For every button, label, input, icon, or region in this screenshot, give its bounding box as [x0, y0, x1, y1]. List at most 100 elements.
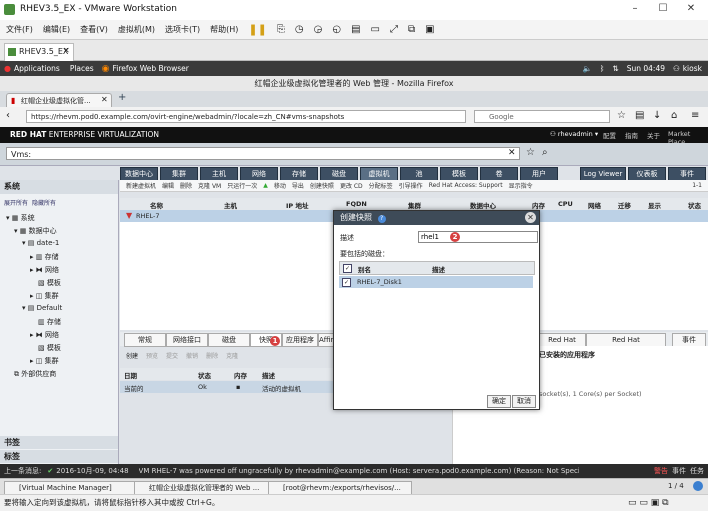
col-migration[interactable]: 迁移: [618, 200, 631, 210]
delete-snapshot-button[interactable]: 删除: [206, 351, 218, 360]
menu-edit[interactable]: 编辑(E): [43, 24, 70, 35]
red-hat-access-button[interactable]: Red Hat Access: Support: [429, 182, 503, 189]
maximize-icon[interactable]: ☐: [656, 3, 670, 15]
thumbnail-icon[interactable]: ▭: [371, 24, 380, 35]
tree-external-providers[interactable]: ⧉ 外部供应商: [14, 369, 56, 379]
col-display[interactable]: 显示: [648, 200, 661, 210]
tree-default-cluster[interactable]: ▸ ◫ 集群: [30, 356, 59, 366]
dialog-close-icon[interactable]: ✕: [525, 212, 536, 223]
assign-tags-button[interactable]: 分配标签: [369, 181, 393, 190]
boot-action-button[interactable]: 引导操作: [399, 181, 423, 190]
tree-default[interactable]: ▾ ▤ Default: [22, 304, 62, 312]
tab-user[interactable]: 用户: [520, 167, 558, 181]
tree-date-1[interactable]: ▾ ▤ date-1: [22, 239, 59, 247]
subtab-redhat-search[interactable]: Red Hat Search: [538, 333, 586, 356]
bookmarks-panel[interactable]: 书签: [0, 436, 118, 449]
commit-button[interactable]: 提交: [166, 351, 178, 360]
tab-events[interactable]: 事件: [668, 167, 706, 181]
console-view-icon[interactable]: ▣: [425, 24, 434, 35]
description-input[interactable]: [418, 231, 538, 243]
url-bar[interactable]: https://rhevm.pod0.example.com/ovirt-eng…: [26, 110, 466, 123]
home-icon[interactable]: ⌂: [671, 110, 677, 121]
col-snap-memory[interactable]: 内存: [234, 370, 247, 380]
hamburger-menu-icon[interactable]: ≡: [691, 110, 699, 121]
menu-help[interactable]: 帮助(H): [210, 24, 238, 35]
firefox-launcher[interactable]: Firefox Web Browser: [113, 64, 189, 73]
preview-button[interactable]: 预览: [146, 351, 158, 360]
pause-icon[interactable]: ❚❚: [248, 23, 266, 36]
delete-vm-button[interactable]: 删除: [180, 181, 192, 190]
edit-vm-button[interactable]: 编辑: [162, 181, 174, 190]
cancel-button[interactable]: 取消: [512, 395, 536, 408]
firefox-tab[interactable]: ▮ 红帽企业级虚拟化管... ✕: [6, 93, 112, 108]
tree-date1-storage[interactable]: ▸ ▥ 存储: [30, 252, 59, 262]
tab-host[interactable]: 主机: [200, 167, 238, 181]
tree-system[interactable]: ▾ ▦ 系统: [6, 213, 35, 223]
undo-button[interactable]: 撤销: [186, 351, 198, 360]
snapshot-manager-icon[interactable]: ◵: [332, 24, 341, 35]
library-icon[interactable]: ▤: [351, 24, 360, 35]
tasks-button[interactable]: 任务: [690, 466, 704, 476]
firefox-search-box[interactable]: Google: [474, 110, 610, 123]
link-guide[interactable]: 指南: [625, 130, 638, 140]
back-icon[interactable]: ‹: [6, 110, 10, 121]
places-menu[interactable]: Places: [70, 64, 94, 73]
help-icon[interactable]: ?: [377, 215, 386, 223]
clear-search-icon[interactable]: ✕: [508, 148, 516, 158]
bookmark-search-icon[interactable]: ☆: [526, 147, 535, 158]
firefox-tab-close-icon[interactable]: ✕: [101, 95, 108, 104]
col-ip[interactable]: IP 地址: [286, 200, 308, 210]
task-vm-manager[interactable]: [Virtual Machine Manager]: [4, 481, 144, 495]
user-menu[interactable]: kiosk: [683, 64, 702, 73]
subtab-nics[interactable]: 网络接口: [166, 333, 208, 347]
tab-log-viewer[interactable]: Log Viewer: [580, 167, 626, 181]
clock[interactable]: Sun 04:49: [627, 64, 665, 73]
col-status[interactable]: 状态: [688, 200, 701, 210]
collapse-all-link[interactable]: 隐藏所有: [32, 198, 56, 207]
col-description[interactable]: 描述: [262, 370, 275, 380]
minimize-icon[interactable]: –: [628, 3, 642, 15]
bookmarks-list-icon[interactable]: ▤: [635, 110, 644, 121]
snapshot-icon[interactable]: ◷: [295, 24, 304, 35]
col-fqdn[interactable]: FQDN: [346, 200, 367, 208]
col-datacenter[interactable]: 数据中心: [470, 200, 496, 210]
col-date[interactable]: 日期: [124, 370, 137, 380]
user-menu-rhev[interactable]: ⚇ rhevadmin ▾: [550, 130, 598, 138]
close-icon[interactable]: ✕: [684, 3, 698, 15]
subtab-disks[interactable]: 磁盘: [208, 333, 250, 347]
menu-vm[interactable]: 虚拟机(M): [118, 24, 155, 35]
disk-checkbox[interactable]: ✓: [342, 278, 351, 287]
tab-template[interactable]: 模板: [440, 167, 478, 181]
tree-date1-template[interactable]: ▧ 模板: [38, 278, 61, 288]
create-snapshot-subbutton[interactable]: 创建: [126, 351, 138, 360]
tab-pool[interactable]: 池: [400, 167, 438, 181]
task-terminal[interactable]: [root@rhevm:/exports/rhevisos/...: [268, 481, 412, 495]
col-cpu[interactable]: CPU: [558, 200, 573, 208]
select-all-checkbox[interactable]: ✓: [343, 264, 352, 273]
menu-tabs[interactable]: 选项卡(T): [165, 24, 200, 35]
subtab-general[interactable]: 常规: [124, 333, 166, 347]
export-button[interactable]: 导出: [292, 181, 304, 190]
tab-storage[interactable]: 存储: [280, 167, 318, 181]
device-status-icons[interactable]: ▭ ▭ ▣ ⧉: [628, 495, 669, 511]
create-snapshot-button[interactable]: 创建快照: [310, 181, 334, 190]
disk-row[interactable]: ✓ RHEL-7_Disk1: [339, 276, 533, 288]
new-vm-button[interactable]: 新建虚拟机: [126, 181, 156, 190]
tree-date1-cluster[interactable]: ▸ ◫ 集群: [30, 291, 59, 301]
volume-icon[interactable]: 🔈: [583, 64, 592, 73]
expand-all-link[interactable]: 展开所有: [4, 198, 28, 207]
alerts-button[interactable]: 警告: [654, 466, 668, 476]
tab-volume[interactable]: 卷: [480, 167, 518, 181]
applications-menu[interactable]: Applications: [14, 64, 60, 73]
tab-vm[interactable]: 虚拟机: [360, 167, 398, 181]
notification-icon[interactable]: [693, 481, 703, 491]
show-commands-button[interactable]: 显示指令: [509, 181, 533, 190]
rhev-search-input[interactable]: Vms:: [6, 147, 520, 160]
subtab-affinity[interactable]: Affinity: [318, 333, 334, 347]
tree-date1-network[interactable]: ▸ ⧓ 网络: [30, 265, 59, 275]
run-once-button[interactable]: 只运行一次: [227, 181, 257, 190]
col-memory[interactable]: 内存: [532, 200, 545, 210]
send-ctrl-alt-del-icon[interactable]: ⎘: [277, 24, 285, 35]
tab-network[interactable]: 网络: [240, 167, 278, 181]
tags-panel[interactable]: 标签: [0, 450, 118, 463]
